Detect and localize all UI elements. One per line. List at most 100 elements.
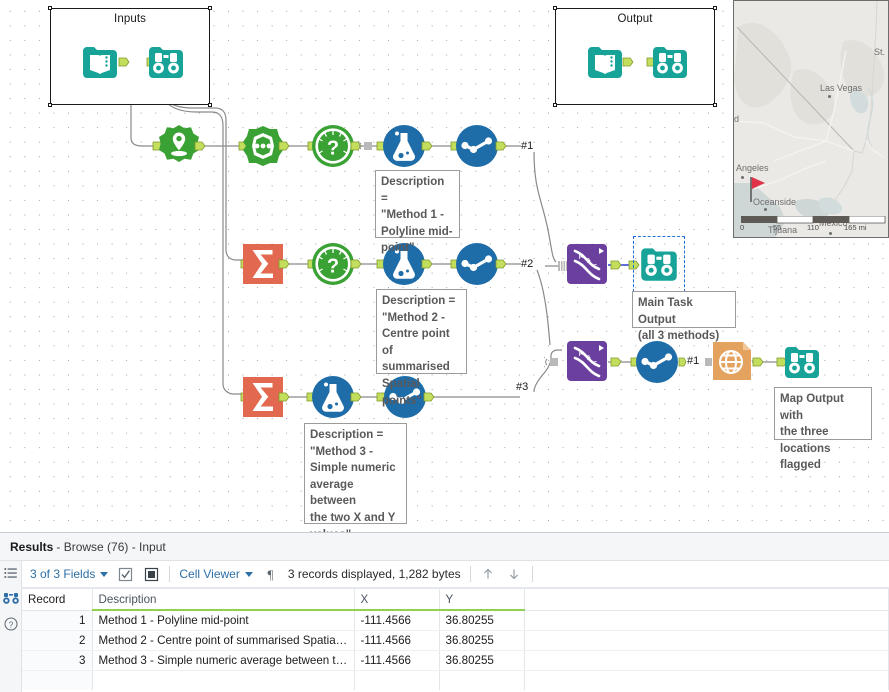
toolbar-separator [469,566,471,582]
wire-label-1: #1 [521,140,534,152]
resize-handle[interactable] [713,103,717,107]
annotation-method-2[interactable]: Description = "Method 2 - Centre point o… [376,289,467,407]
map-label-bakersfield: d [734,114,740,124]
output-anchor[interactable] [495,140,507,152]
cell-empty [524,670,888,690]
results-pane: Results - Browse (76) - Input ? 3 of 3 F… [0,532,889,692]
results-table: Record Description X Y 1 Method 1 - Poly… [22,589,888,690]
annotation-main-task-output[interactable]: Main Task Output (all 3 methods) [632,291,736,342]
output-anchor[interactable] [118,56,130,68]
cell-viewer-dropdown[interactable]: Cell Viewer [179,567,253,581]
results-grid[interactable]: Record Description X Y 1 Method 1 - Poly… [22,588,889,690]
resize-handle[interactable] [208,6,212,10]
tool-select-1[interactable] [455,124,499,168]
help-icon[interactable]: ? [3,616,19,632]
tool-browse-1[interactable] [144,40,188,84]
column-header-x[interactable]: X [354,589,440,611]
workflow-canvas[interactable]: Inputs Output ? #1 ? #2 #3 A B C A B C #… [0,0,889,532]
scroll-down-button[interactable] [506,566,523,583]
list-icon[interactable] [3,566,19,582]
output-anchor[interactable] [622,56,634,68]
resize-handle[interactable] [48,103,52,107]
fields-dropdown-label: 3 of 3 Fields [30,567,96,581]
map-city-dot [829,232,832,235]
output-anchor[interactable] [278,140,290,152]
select-all-fields-button[interactable] [117,566,134,583]
results-main: 3 of 3 Fields Cell Viewer ¶ 3 records di… [22,561,889,692]
tool-report-map[interactable] [711,340,753,382]
table-header-row: Record Description X Y [22,589,888,611]
wireless-connection-icon [358,140,372,152]
wire-label-4: #1 [687,355,700,367]
toolbar-separator [169,566,171,582]
table-row-empty [22,670,888,690]
column-header-record[interactable]: Record [22,589,93,611]
output-anchor[interactable] [350,258,362,270]
clear-fields-button[interactable] [143,566,160,583]
toolbar-separator [531,566,533,582]
tool-input-data-1[interactable] [78,40,122,84]
container-inputs-title: Inputs [114,13,146,25]
tool-browse-4[interactable] [780,340,824,384]
tool-union-2[interactable]: A B C [566,340,608,382]
cell-x: -111.4566 [354,610,440,631]
column-header-y[interactable]: Y [439,589,525,611]
tool-formula-1[interactable] [382,124,426,168]
resize-handle[interactable] [48,6,52,10]
tool-select-2[interactable] [455,242,499,286]
output-anchor[interactable] [610,356,622,368]
browse-icon[interactable] [2,591,19,607]
scroll-up-button[interactable] [480,566,497,583]
output-anchor[interactable] [194,140,206,152]
column-header-description[interactable]: Description [92,589,355,611]
tool-browse-3[interactable] [636,241,682,287]
tool-spatial-info-2[interactable]: ? [311,242,355,286]
cell-record: 2 [22,630,93,651]
cell-empty [22,670,93,690]
cell-y: 36.80255 [439,610,525,631]
tool-union-1[interactable]: A B C [566,243,608,285]
cell-filler [524,630,888,651]
results-title: Results [10,539,54,554]
resize-handle[interactable] [553,103,557,107]
tool-input-data-2[interactable] [583,40,627,84]
output-anchor[interactable] [752,356,764,368]
output-anchor[interactable] [278,258,290,270]
results-toolbar: 3 of 3 Fields Cell Viewer ¶ 3 records di… [22,561,889,588]
output-anchor[interactable] [610,259,622,271]
map-label-los-angeles: Angeles [736,163,769,173]
map-scale-55: 55 [773,223,782,232]
map-scale-110: 110 [807,223,819,232]
wire-label-3: #3 [516,381,529,393]
cell-empty [439,670,525,690]
resize-handle[interactable] [553,6,557,10]
svg-text:?: ? [8,620,13,629]
table-row[interactable]: 1 Method 1 - Polyline mid-point -111.456… [22,610,888,631]
cell-viewer-label: Cell Viewer [179,567,240,581]
map-scale-0: 0 [740,223,745,232]
table-row[interactable]: 3 Method 3 - Simple numeric average betw… [22,650,888,671]
cell-empty [92,670,355,690]
output-anchor[interactable] [350,391,362,403]
table-row[interactable]: 2 Method 2 - Centre point of summarised … [22,630,888,651]
tool-spatial-info-1[interactable]: ? [311,124,355,168]
resize-handle[interactable] [208,103,212,107]
map-preview-pane[interactable]: Las Vegas St. G Angeles Oceanside Tijuan… [733,0,889,238]
pilcrow-icon[interactable]: ¶ [262,566,279,583]
output-anchor[interactable] [423,391,435,403]
annotation-method-1[interactable]: Description = "Method 1 - Polyline mid- … [375,170,460,254]
resize-handle[interactable] [713,6,717,10]
annotation-map-output[interactable]: Map Output with the three locations flag… [774,387,872,471]
tool-formula-3[interactable] [311,375,355,419]
tool-select-4[interactable] [635,340,679,384]
tool-browse-2[interactable] [648,40,692,84]
output-anchor[interactable] [421,258,433,270]
wireless-connection-icon [544,356,558,368]
fields-dropdown[interactable]: 3 of 3 Fields [30,567,109,581]
output-anchor[interactable] [278,391,290,403]
output-anchor[interactable] [421,140,433,152]
output-anchor[interactable] [495,258,507,270]
output-anchor[interactable] [678,356,687,368]
results-body: ? 3 of 3 Fields Cell Viewer ¶ 3 records … [0,561,889,692]
annotation-method-3[interactable]: Description = "Method 3 - Simple numeric… [304,423,407,532]
